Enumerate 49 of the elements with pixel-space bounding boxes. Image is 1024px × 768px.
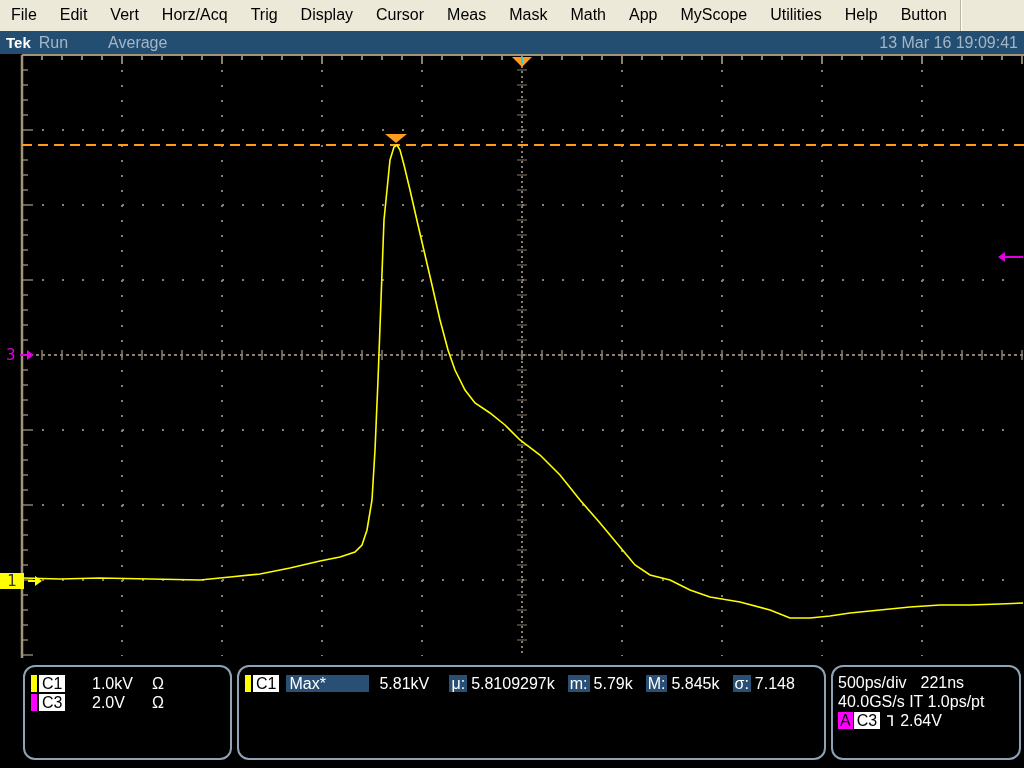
channel-scale: 1.0kV xyxy=(92,675,134,692)
stat-value: 7.148 xyxy=(754,675,795,692)
menu-item[interactable]: Button xyxy=(889,2,958,29)
menu-item[interactable]: MyScope xyxy=(669,2,759,29)
stat-value: 5.845k xyxy=(671,675,720,692)
termination-symbol: Ω xyxy=(152,675,165,692)
menu-item[interactable]: Horz/Acq xyxy=(150,2,239,29)
menu-item[interactable]: Display xyxy=(289,2,365,29)
stat-label: m: xyxy=(567,675,590,692)
arrow-marker-icon xyxy=(28,576,42,586)
stat-label: σ: xyxy=(732,675,751,692)
measurement-value: 5.81kV xyxy=(379,675,431,692)
channel-marker: 1 xyxy=(0,573,24,589)
menu-item[interactable]: Edit xyxy=(48,2,99,29)
date-time: 13 Mar 16 19:09:41 xyxy=(879,33,1018,52)
menu-item[interactable]: File xyxy=(0,2,48,29)
menu-item[interactable]: Utilities xyxy=(759,2,833,29)
channel-scale: 2.0V xyxy=(92,694,126,711)
channel-label: C1 xyxy=(39,675,66,692)
triangle-marker-icon xyxy=(385,134,407,143)
stat-label: μ: xyxy=(449,675,468,692)
acquisition-mode: Average xyxy=(108,33,168,52)
channel-marker: 3 xyxy=(6,347,16,363)
channel-label: C1 xyxy=(253,675,280,692)
menu-item[interactable]: Meas xyxy=(436,2,498,29)
horizontal-position: 221ns xyxy=(920,674,965,691)
sample-rate: 40.0GS/s IT 1.0ps/pt xyxy=(838,693,985,710)
menu-item[interactable]: Math xyxy=(559,2,617,29)
menu-item[interactable]: Cursor xyxy=(365,2,436,29)
arrow-marker-icon xyxy=(19,350,34,360)
menu-item[interactable]: Vert xyxy=(99,2,150,29)
horizontal-scale: 500ps/div xyxy=(838,674,907,691)
stat-label: M: xyxy=(645,675,668,692)
run-status: Run xyxy=(38,33,69,52)
brand-label: Tek xyxy=(6,34,31,51)
termination-symbol: Ω xyxy=(152,694,165,711)
menu-item[interactable]: Help xyxy=(833,2,889,29)
measurement-name: Max* xyxy=(286,675,370,692)
trigger-source: C3 xyxy=(853,712,881,729)
trigger-type: A xyxy=(838,712,853,729)
menu-item[interactable]: Trig xyxy=(239,2,289,29)
stat-value: 5.8109297k xyxy=(471,675,555,692)
menu-item[interactable]: Mask xyxy=(498,2,559,29)
menu-item[interactable]: App xyxy=(618,2,669,29)
trigger-level: 2.64V xyxy=(900,712,942,729)
channel-label: C3 xyxy=(39,694,66,711)
left-arrow-icon xyxy=(998,252,1024,262)
triangle-marker-icon xyxy=(512,56,532,67)
stat-value: 5.79k xyxy=(593,675,633,692)
